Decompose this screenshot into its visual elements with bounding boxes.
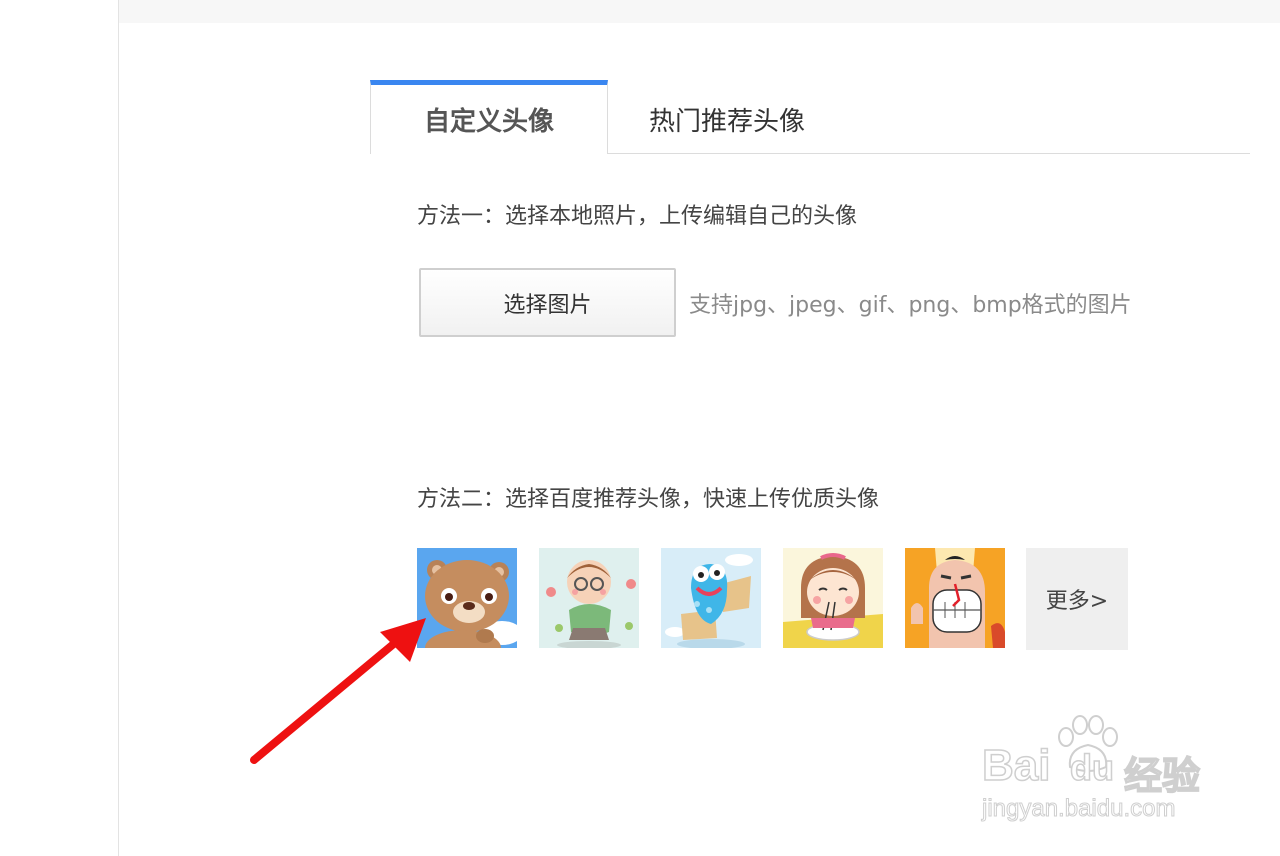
grinning-man-avatar-icon[interactable] bbox=[905, 548, 1005, 648]
tabs-baseline bbox=[608, 153, 1250, 154]
watermark-brand: Bai bbox=[981, 740, 1051, 791]
blue-monster-avatar-icon[interactable] bbox=[661, 548, 761, 648]
tab-custom-avatar-label: 自定义头像 bbox=[423, 107, 554, 137]
annotation-arrow bbox=[240, 610, 440, 784]
choose-image-button[interactable]: 选择图片 bbox=[419, 268, 676, 337]
avatar-tabs: 自定义头像 热门推荐头像 bbox=[370, 80, 1250, 154]
tab-custom-avatar[interactable]: 自定义头像 bbox=[370, 80, 608, 154]
watermark-url: jingyan.baidu.com bbox=[981, 795, 1176, 823]
choose-image-button-label: 选择图片 bbox=[503, 292, 592, 318]
method-one-title: 方法一：选择本地照片，上传编辑自己的头像 bbox=[417, 204, 858, 229]
left-divider bbox=[118, 0, 119, 856]
tab-popular-avatar[interactable]: 热门推荐头像 bbox=[608, 85, 846, 153]
more-avatars-button[interactable]: 更多> bbox=[1026, 548, 1128, 650]
watermark-suffix: 经验 bbox=[1123, 755, 1201, 799]
glasses-boy-avatar-icon[interactable] bbox=[539, 548, 639, 648]
top-bar bbox=[119, 0, 1280, 23]
eating-girl-avatar-icon[interactable] bbox=[783, 548, 883, 648]
baidu-jingyan-watermark: Bai du 经验 jingyan.baidu.com bbox=[978, 715, 1218, 835]
tab-popular-avatar-label: 热门推荐头像 bbox=[648, 106, 805, 137]
watermark-brand-du: du bbox=[1069, 746, 1114, 789]
file-format-hint: 支持jpg、jpeg、gif、png、bmp格式的图片 bbox=[689, 293, 1132, 318]
more-avatars-label: 更多> bbox=[1045, 589, 1109, 614]
method-two-title: 方法二：选择百度推荐头像，快速上传优质头像 bbox=[417, 487, 880, 512]
